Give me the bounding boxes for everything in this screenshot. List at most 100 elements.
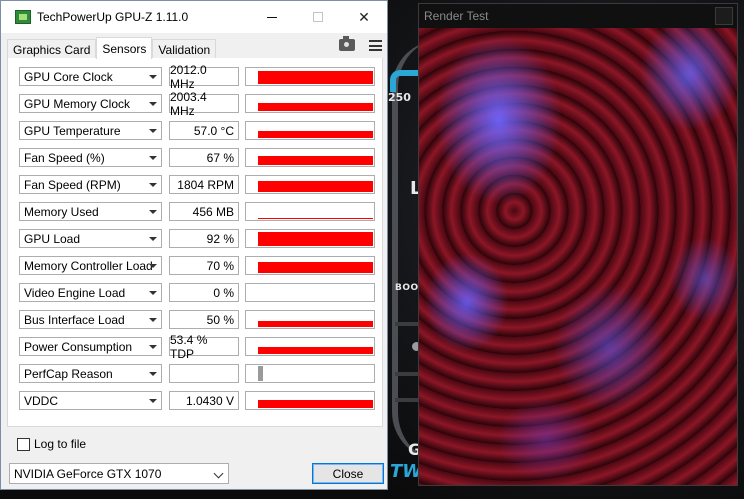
maximize-icon <box>313 12 323 22</box>
sensor-name-label: PerfCap Reason <box>24 366 113 381</box>
window-title: TechPowerUp GPU-Z 1.11.0 <box>37 10 189 24</box>
log-to-file-checkbox[interactable] <box>17 438 30 451</box>
render-test-title: Render Test <box>424 9 489 23</box>
sensor-graph-fill <box>258 131 373 138</box>
maximize-button <box>295 1 341 33</box>
sensor-value: 2003.4 MHz <box>169 90 239 118</box>
close-window-button[interactable]: ✕ <box>341 1 387 33</box>
sensor-name-dropdown[interactable]: GPU Temperature <box>19 121 162 140</box>
sensor-graph-fill <box>258 321 373 327</box>
sensor-value: 456 MB <box>169 202 239 221</box>
sensor-row: PerfCap Reason <box>19 364 379 383</box>
sensor-graph <box>245 256 375 275</box>
sensor-value: 50 % <box>169 310 239 329</box>
chevron-down-icon <box>149 399 157 403</box>
sensor-graph-fill <box>258 156 373 165</box>
tab-graphics-card[interactable]: Graphics Card <box>7 39 97 59</box>
sensor-graph <box>245 94 375 113</box>
minimize-button[interactable] <box>249 1 295 33</box>
sensor-graph-fill <box>258 366 263 381</box>
sensor-row: Power Consumption 53.4 % TDP <box>19 333 379 361</box>
gpu-select-value: NVIDIA GeForce GTX 1070 <box>14 466 162 481</box>
chevron-down-icon <box>149 345 157 349</box>
sensor-graph <box>245 148 375 167</box>
chevron-down-icon <box>149 75 157 79</box>
sensor-name-label: Power Consumption <box>24 339 133 354</box>
chevron-down-icon <box>149 291 157 295</box>
sensor-name-dropdown[interactable]: VDDC <box>19 391 162 410</box>
tab-validation[interactable]: Validation <box>152 39 217 59</box>
close-icon: ✕ <box>358 8 370 25</box>
sensor-row: Memory Used 456 MB <box>19 202 379 221</box>
chevron-down-icon <box>149 156 157 160</box>
render-test-window[interactable]: Render Test <box>418 3 738 486</box>
sensor-name-label: Video Engine Load <box>24 285 126 300</box>
sensor-value: 67 % <box>169 148 239 167</box>
sensor-graph <box>245 229 375 248</box>
menu-icon[interactable] <box>369 40 382 51</box>
sensor-name-dropdown[interactable]: Fan Speed (RPM) <box>19 175 162 194</box>
sensor-row: GPU Memory Clock 2003.4 MHz <box>19 90 379 118</box>
background-gauge-accent <box>390 70 420 92</box>
sensor-row: Bus Interface Load 50 % <box>19 310 379 329</box>
chevron-down-icon <box>149 264 157 268</box>
sensor-name-label: GPU Temperature <box>24 123 121 138</box>
sensor-value: 53.4 % TDP <box>169 333 239 361</box>
sensor-row: Video Engine Load 0 % <box>19 283 379 302</box>
sensor-name-label: Fan Speed (%) <box>24 150 105 165</box>
sensor-name-label: Bus Interface Load <box>24 312 125 327</box>
sensor-graph <box>245 202 375 221</box>
chevron-down-icon <box>149 318 157 322</box>
sensor-graph <box>245 391 375 410</box>
sensor-value: 0 % <box>169 283 239 302</box>
sensor-graph <box>245 121 375 140</box>
gpuz-window: TechPowerUp GPU-Z 1.11.0 ✕ Graphics Card… <box>0 0 388 490</box>
sensor-graph <box>245 67 375 86</box>
tab-sensors[interactable]: Sensors <box>96 37 153 59</box>
sensor-value: 1804 RPM <box>169 175 239 194</box>
chevron-down-icon <box>149 237 157 241</box>
sensor-name-label: Memory Used <box>24 204 99 219</box>
sensor-graph-fill <box>258 347 373 354</box>
sensor-name-dropdown[interactable]: GPU Memory Clock <box>19 94 162 113</box>
sensor-name-dropdown[interactable]: Memory Used <box>19 202 162 221</box>
render-test-canvas <box>419 28 737 485</box>
sensor-row: GPU Load 92 % <box>19 229 379 248</box>
sensor-name-dropdown[interactable]: GPU Core Clock <box>19 67 162 86</box>
sensor-row: Fan Speed (%) 67 % <box>19 148 379 167</box>
log-to-file-label[interactable]: Log to file <box>34 437 86 451</box>
sensor-graph <box>245 337 375 356</box>
camera-icon[interactable] <box>339 36 355 51</box>
gpu-select-dropdown[interactable]: NVIDIA GeForce GTX 1070 <box>9 463 229 484</box>
sensor-graph <box>245 364 375 383</box>
sensor-name-dropdown[interactable]: Bus Interface Load <box>19 310 162 329</box>
sensor-name-label: GPU Core Clock <box>24 69 113 84</box>
tab-bar: Graphics Card Sensors Validation <box>7 37 217 59</box>
sensor-graph-fill <box>258 103 373 111</box>
render-test-close-button[interactable] <box>715 7 733 25</box>
sensor-graph-fill <box>258 181 373 192</box>
sensor-name-dropdown[interactable]: Video Engine Load <box>19 283 162 302</box>
chevron-down-icon <box>213 468 224 479</box>
render-test-titlebar[interactable]: Render Test <box>419 4 737 28</box>
sensor-name-dropdown[interactable]: Power Consumption <box>19 337 162 356</box>
sensor-graph-fill <box>258 218 373 219</box>
sensor-graph <box>245 310 375 329</box>
sensor-name-dropdown[interactable]: GPU Load <box>19 229 162 248</box>
chevron-down-icon <box>149 210 157 214</box>
sensor-name-dropdown[interactable]: Fan Speed (%) <box>19 148 162 167</box>
chevron-down-icon <box>149 102 157 106</box>
sensor-name-dropdown[interactable]: Memory Controller Load <box>19 256 162 275</box>
sensor-row: Memory Controller Load 70 % <box>19 256 379 275</box>
sensor-name-label: Fan Speed (RPM) <box>24 177 121 192</box>
sensor-name-label: GPU Load <box>24 231 81 246</box>
gpuz-app-icon <box>15 10 31 24</box>
gpuz-titlebar[interactable]: TechPowerUp GPU-Z 1.11.0 ✕ <box>1 1 387 33</box>
sensor-graph-fill <box>258 262 373 273</box>
close-button[interactable]: Close <box>312 463 384 484</box>
sensor-name-label: Memory Controller Load <box>24 258 153 273</box>
sensor-name-dropdown[interactable]: PerfCap Reason <box>19 364 162 383</box>
sensor-value <box>169 364 239 383</box>
sensor-row: GPU Core Clock 2012.0 MHz <box>19 63 379 91</box>
sensor-row: VDDC 1.0430 V <box>19 391 379 410</box>
